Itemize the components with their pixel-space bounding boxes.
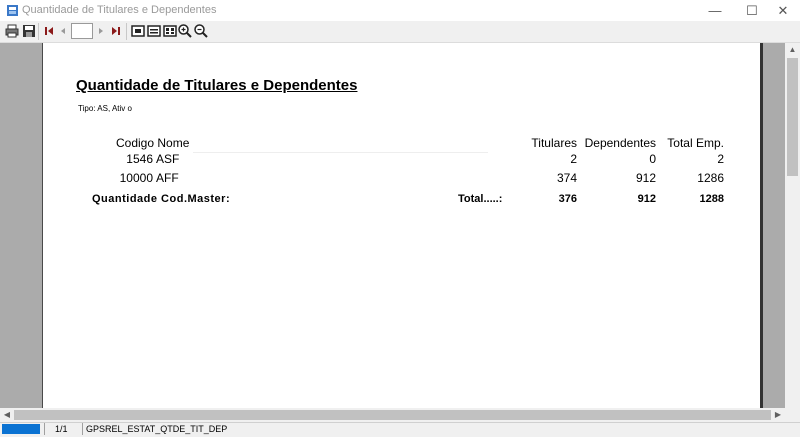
totals-titulares: 376 — [558, 193, 577, 205]
vertical-scroll-thumb[interactable] — [787, 58, 798, 176]
status-divider — [44, 423, 45, 435]
scroll-right-icon[interactable]: ▶ — [771, 408, 785, 422]
report-page: Quantidade de Titulares e Dependentes Ti… — [42, 43, 761, 408]
page-shadow — [760, 43, 763, 408]
horizontal-scroll-thumb[interactable] — [14, 410, 771, 420]
preview-area[interactable]: Quantidade de Titulares e Dependentes Ti… — [0, 43, 785, 408]
app-icon — [7, 5, 18, 16]
whole-page-icon[interactable] — [130, 23, 146, 39]
toolbar-separator — [38, 23, 39, 40]
progress-bar — [2, 424, 40, 434]
totals-dependentes: 912 — [637, 193, 656, 205]
save-icon[interactable] — [21, 23, 37, 39]
row-code: 10000 — [119, 171, 153, 185]
totals-total: 1288 — [699, 193, 724, 205]
row-dependentes: 0 — [649, 152, 656, 166]
row-titulares: 374 — [556, 171, 577, 185]
header-code-name: Codigo Nome — [116, 136, 190, 150]
multi-page-icon[interactable] — [162, 23, 178, 39]
close-button[interactable]: ✕ — [766, 0, 800, 21]
scroll-corner — [785, 408, 800, 422]
row-code: 1546 — [126, 152, 153, 166]
status-divider — [82, 423, 83, 435]
toolbar-separator — [126, 23, 127, 40]
scroll-up-icon[interactable]: ▲ — [785, 43, 800, 57]
row-dependentes: 912 — [635, 171, 656, 185]
status-page: 1/1 — [55, 424, 68, 434]
report-title: Quantidade de Titulares e Dependentes — [76, 77, 358, 94]
row-total: 1286 — [697, 171, 724, 185]
header-total-emp: Total Emp. — [667, 136, 724, 150]
row-name: ASF — [156, 152, 180, 166]
page-width-icon[interactable] — [146, 23, 162, 39]
maximize-button[interactable]: ☐ — [735, 0, 769, 21]
status-report-name: GPSREL_ESTAT_QTDE_TIT_DEP — [86, 424, 228, 434]
window-title: Quantidade de Titulares e Dependentes — [22, 4, 217, 16]
totals-total-label: Total.....: — [458, 193, 503, 205]
prev-page-icon[interactable] — [55, 23, 71, 39]
totals-label: Quantidade Cod.Master: — [92, 193, 231, 205]
next-page-icon[interactable] — [93, 23, 109, 39]
page-number-input[interactable] — [71, 23, 93, 39]
scroll-left-icon[interactable]: ◀ — [0, 408, 14, 422]
last-page-icon[interactable] — [108, 23, 124, 39]
zoom-out-icon[interactable] — [193, 23, 209, 39]
minimize-button[interactable]: — — [698, 0, 732, 21]
header-rule — [193, 152, 488, 153]
header-dependentes: Dependentes — [584, 136, 656, 150]
zoom-in-icon[interactable] — [177, 23, 193, 39]
row-total: 2 — [717, 152, 724, 166]
report-subtitle: Tipo: AS, Ativ o — [78, 104, 132, 113]
row-name: AFF — [156, 171, 179, 185]
print-icon[interactable] — [4, 23, 20, 39]
header-titulares: Titulares — [531, 136, 577, 150]
row-titulares: 2 — [570, 152, 577, 166]
